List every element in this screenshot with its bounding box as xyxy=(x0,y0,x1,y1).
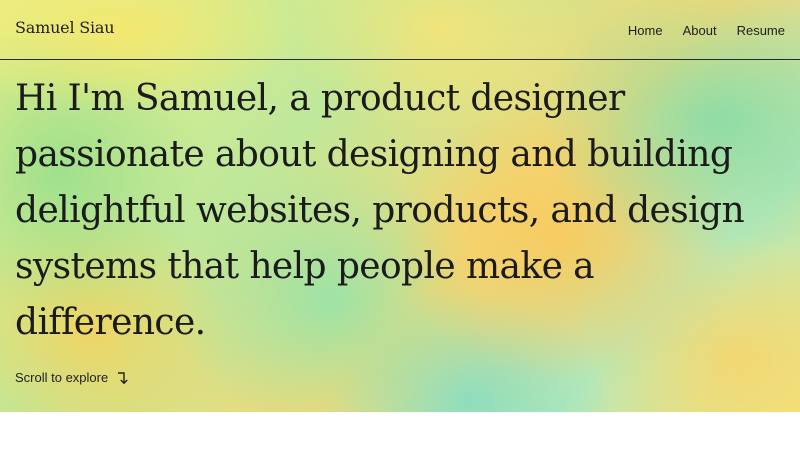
hero-section: Samuel Siau Home About Resume Hi I'm Sam… xyxy=(0,0,800,412)
arrow-down-turn-icon xyxy=(118,371,128,384)
site-brand[interactable]: Samuel Siau xyxy=(15,18,115,37)
scroll-to-explore[interactable]: Scroll to explore xyxy=(15,370,128,385)
nav-about-link[interactable]: About xyxy=(683,23,717,38)
nav-resume-link[interactable]: Resume xyxy=(737,23,785,38)
nav-home-link[interactable]: Home xyxy=(628,23,663,38)
hero-headline: Hi I'm Samuel, a product designer passio… xyxy=(15,78,745,343)
scroll-label: Scroll to explore xyxy=(15,370,109,385)
top-navigation: Samuel Siau Home About Resume xyxy=(0,0,800,60)
page-body xyxy=(0,412,800,450)
nav-links: Home About Resume xyxy=(628,23,785,38)
